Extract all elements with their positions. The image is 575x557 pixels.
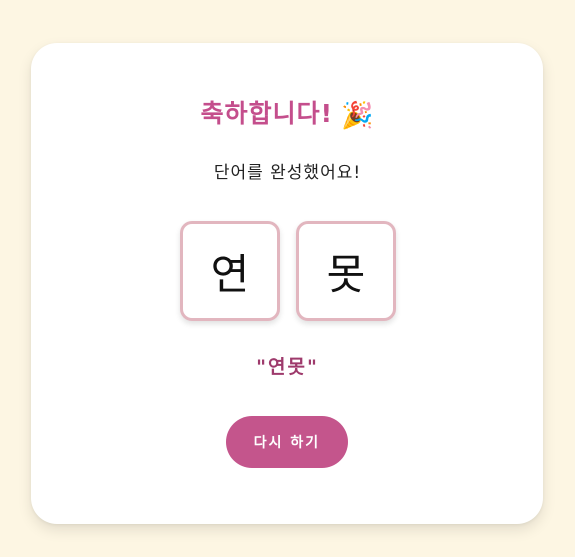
letter-tile-2: 못: [296, 221, 396, 321]
play-again-button[interactable]: 다시 하기: [226, 416, 348, 468]
completion-message: 단어를 완성했어요!: [213, 163, 362, 183]
page: 축하합니다! 🎉 단어를 완성했어요! 연 못 "연못" 다시 하기: [0, 0, 575, 557]
letter-tile-1: 연: [180, 221, 280, 321]
completed-word: "연못": [256, 356, 319, 378]
congrats-title: 축하합니다! 🎉: [0, 96, 575, 134]
party-popper-icon: 🎉: [341, 101, 375, 131]
title-text: 축하합니다!: [200, 99, 334, 128]
